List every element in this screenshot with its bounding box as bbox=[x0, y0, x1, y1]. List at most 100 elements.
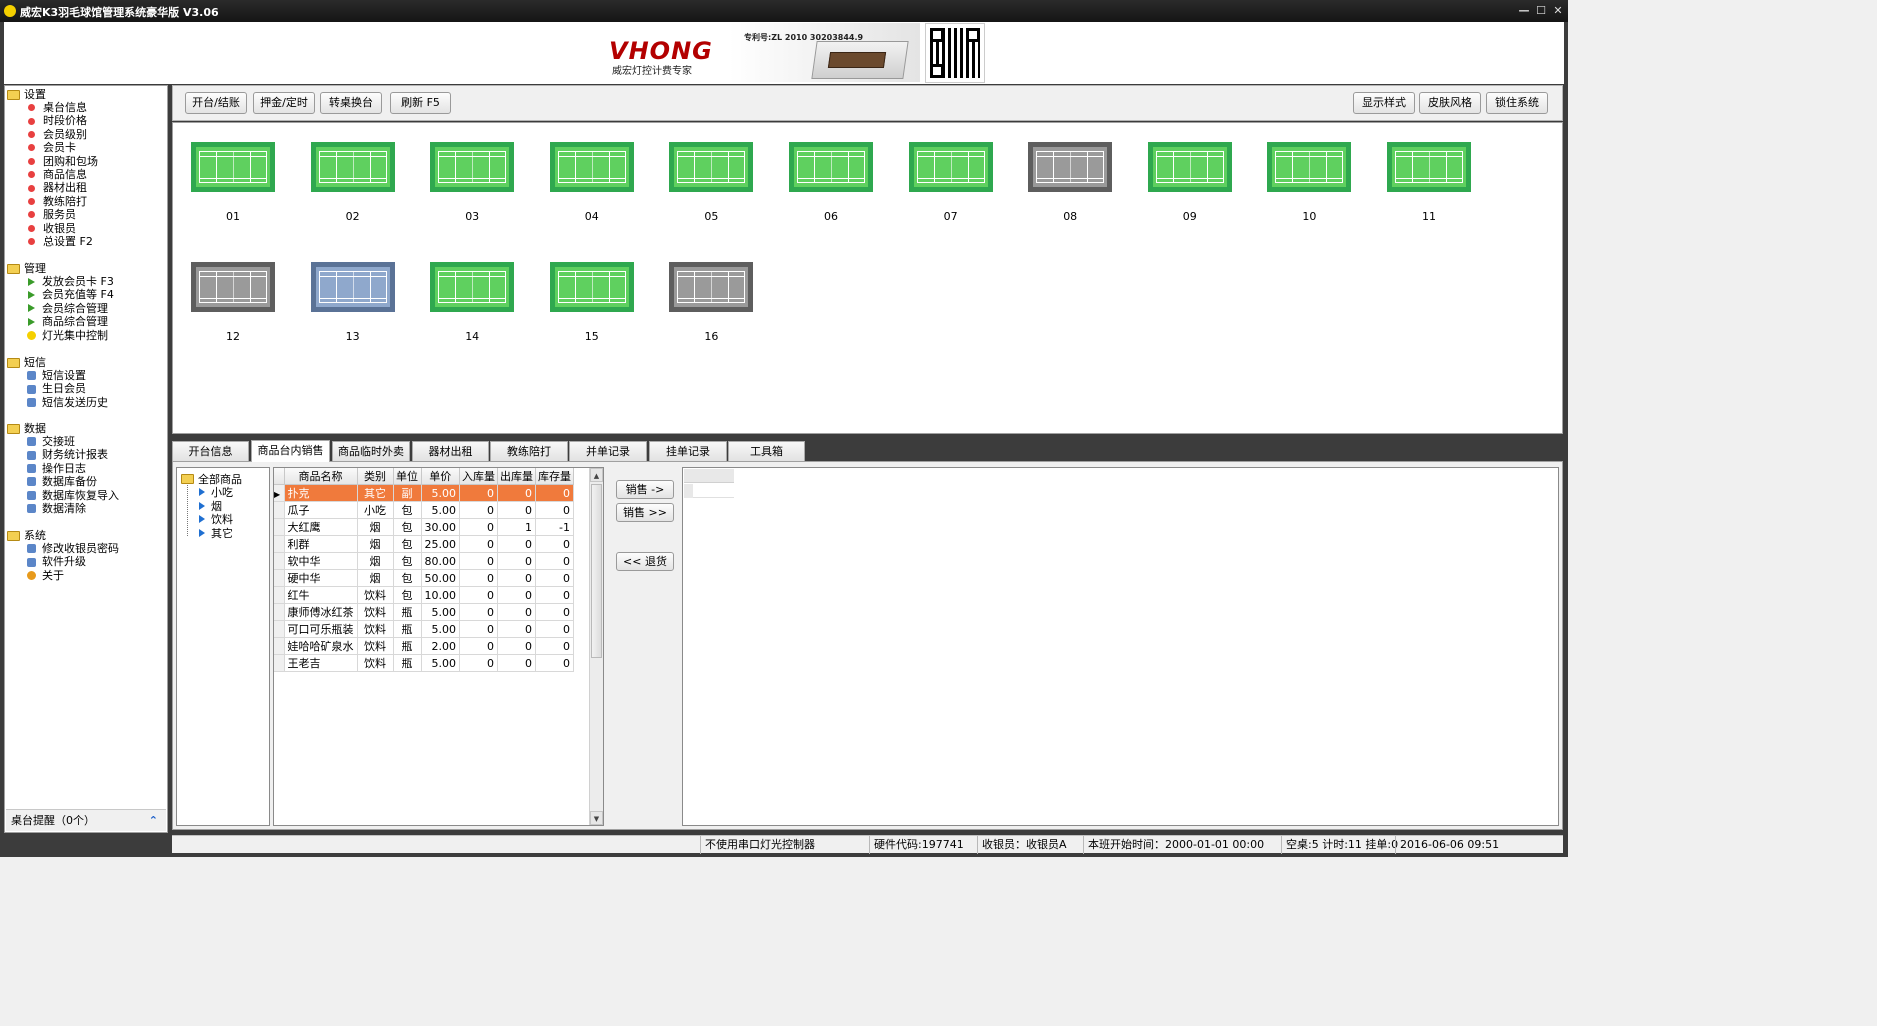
court-tile[interactable] bbox=[310, 142, 395, 192]
sidebar-item[interactable]: 商品综合管理 bbox=[7, 315, 114, 328]
sidebar-item[interactable]: 短信设置 bbox=[7, 369, 108, 382]
court-label: 13 bbox=[345, 330, 360, 343]
court-tile[interactable] bbox=[310, 262, 395, 312]
sidebar-item[interactable]: 器材出租 bbox=[7, 181, 98, 194]
sidebar-item[interactable]: 财务统计报表 bbox=[7, 448, 119, 461]
skin-style-button[interactable]: 皮肤风格 bbox=[1419, 92, 1481, 114]
sell-one-button[interactable]: 销售 -> bbox=[616, 480, 674, 499]
nav-group-header[interactable]: 设置 bbox=[7, 88, 98, 101]
sidebar-item[interactable]: 短信发送历史 bbox=[7, 396, 108, 409]
court-tile[interactable] bbox=[191, 262, 275, 312]
red-dot-icon bbox=[28, 211, 35, 219]
column-header[interactable]: 入库量 bbox=[459, 468, 498, 485]
table-row[interactable]: 大红鹰烟包 30.00 0 1 -1 bbox=[274, 518, 574, 536]
table-row[interactable]: 康师傅冰红茶 饮料瓶 5.00 0 0 0 bbox=[274, 603, 574, 621]
sidebar-item[interactable]: 发放会员卡 F3 bbox=[7, 275, 114, 288]
sidebar-item[interactable]: 时段价格 bbox=[7, 114, 98, 127]
court-tile[interactable] bbox=[908, 142, 993, 192]
product-table-scrollbar[interactable]: ▲ ▼ bbox=[589, 468, 603, 825]
sidebar-item[interactable]: 软件升级 bbox=[7, 555, 119, 568]
chevron-up-icon[interactable]: ⌃ bbox=[149, 810, 158, 831]
return-goods-button[interactable]: << 退货 bbox=[616, 552, 674, 571]
column-header[interactable]: 库存量 bbox=[535, 468, 574, 485]
column-header[interactable]: 出库量 bbox=[497, 468, 536, 485]
court-tile[interactable] bbox=[1267, 142, 1352, 192]
sidebar-item[interactable]: 会员充值等 F4 bbox=[7, 288, 114, 301]
court-tile[interactable] bbox=[430, 262, 515, 312]
sidebar-item[interactable]: 会员级别 bbox=[7, 128, 98, 141]
sidebar-item[interactable]: 生日会员 bbox=[7, 382, 108, 395]
court-tile[interactable] bbox=[1028, 142, 1113, 192]
scroll-down-icon[interactable]: ▼ bbox=[590, 811, 603, 825]
nav-group-header[interactable]: 管理 bbox=[7, 262, 114, 275]
sidebar-item[interactable]: 收银员 bbox=[7, 222, 98, 235]
nav-group-header[interactable]: 数据 bbox=[7, 422, 119, 435]
tab[interactable]: 商品台内销售 bbox=[251, 440, 330, 462]
tab[interactable]: 商品临时外卖 bbox=[332, 441, 410, 461]
sidebar-item[interactable]: 教练陪打 bbox=[7, 195, 98, 208]
scroll-up-icon[interactable]: ▲ bbox=[590, 468, 603, 482]
sidebar-item[interactable]: 会员卡 bbox=[7, 141, 98, 154]
lock-system-button[interactable]: 锁住系统 bbox=[1486, 92, 1548, 114]
table-row[interactable]: 王老吉 饮料瓶 5.00 0 0 0 bbox=[274, 654, 574, 672]
refresh-button[interactable]: 刷新 F5 bbox=[390, 92, 451, 114]
sell-all-button[interactable]: 销售 >> bbox=[616, 503, 674, 522]
sidebar-item[interactable]: 操作日志 bbox=[7, 462, 119, 475]
column-header[interactable]: 单位 bbox=[393, 468, 422, 485]
court-tile[interactable] bbox=[191, 142, 275, 192]
sidebar-item[interactable]: 桌台信息 bbox=[7, 101, 98, 114]
column-header[interactable]: 单价 bbox=[421, 468, 460, 485]
maximize-icon[interactable]: ☐ bbox=[1533, 3, 1549, 18]
column-header[interactable]: 类别 bbox=[357, 468, 394, 485]
table-row[interactable]: 可口可乐瓶装 饮料瓶 5.00 0 0 0 bbox=[274, 620, 574, 638]
display-style-button[interactable]: 显示样式 bbox=[1353, 92, 1415, 114]
deposit-timer-button[interactable]: 押金/定时 bbox=[253, 92, 315, 114]
sidebar-item[interactable]: 交接班 bbox=[7, 435, 119, 448]
table-reminder-bar[interactable]: 桌台提醒（0个） ⌃ bbox=[6, 809, 166, 831]
table-row[interactable]: 娃哈哈矿泉水 饮料瓶 2.00 0 0 0 bbox=[274, 637, 574, 655]
court-tile[interactable] bbox=[669, 262, 754, 312]
tab[interactable]: 并单记录 bbox=[569, 441, 647, 461]
scroll-thumb[interactable] bbox=[591, 484, 602, 658]
transfer-table-button[interactable]: 转桌换台 bbox=[320, 92, 382, 114]
table-row[interactable]: 软中华烟包 80.00 0 0 0 bbox=[274, 552, 574, 570]
table-row[interactable]: 硬中华烟包 50.00 0 0 0 bbox=[274, 569, 574, 587]
sold-grid-row[interactable] bbox=[684, 484, 734, 498]
sidebar-item[interactable]: 修改收银员密码 bbox=[7, 542, 119, 555]
vhong-ad[interactable]: VHONG 威宏灯控计费专家 专利号:ZL 2010 30203844.9 bbox=[602, 23, 920, 82]
sidebar-item[interactable]: 数据清除 bbox=[7, 502, 119, 515]
open-checkout-button[interactable]: 开台/结账 bbox=[185, 92, 247, 114]
nav-group-header[interactable]: 短信 bbox=[7, 356, 108, 369]
sidebar-item[interactable]: 团购和包场 bbox=[7, 155, 98, 168]
close-icon[interactable]: ✕ bbox=[1550, 3, 1566, 18]
column-header[interactable]: 商品名称 bbox=[284, 468, 358, 485]
court-tile[interactable] bbox=[549, 142, 634, 192]
court-tile[interactable] bbox=[789, 142, 873, 192]
sidebar-item[interactable]: 总设置 F2 bbox=[7, 235, 98, 248]
sidebar-item[interactable]: 商品信息 bbox=[7, 168, 98, 181]
table-row[interactable]: 红牛 饮料包 10.00 0 0 0 bbox=[274, 586, 574, 604]
court-tile[interactable] bbox=[1147, 142, 1232, 192]
tab[interactable]: 工具箱 bbox=[728, 441, 805, 461]
sidebar-item[interactable]: 关于 bbox=[7, 569, 119, 582]
table-row[interactable]: ▶ 扑克 其它副 5.00 0 0 0 bbox=[274, 484, 574, 502]
tab[interactable]: 挂单记录 bbox=[649, 441, 727, 461]
category-node[interactable]: 其它 bbox=[199, 525, 233, 541]
tab[interactable]: 器材出租 bbox=[412, 441, 489, 461]
sidebar-item[interactable]: 服务员 bbox=[7, 208, 98, 221]
table-row[interactable]: 利群烟包 25.00 0 0 0 bbox=[274, 535, 574, 553]
minimize-icon[interactable]: — bbox=[1516, 3, 1532, 18]
sidebar-item[interactable]: 数据库备份 bbox=[7, 475, 119, 488]
sold-items-grid[interactable] bbox=[682, 467, 1559, 826]
tab[interactable]: 教练陪打 bbox=[490, 441, 568, 461]
court-tile[interactable] bbox=[430, 142, 515, 192]
tab[interactable]: 开台信息 bbox=[172, 441, 249, 461]
court-tile[interactable] bbox=[669, 142, 754, 192]
sidebar-item[interactable]: 灯光集中控制 bbox=[7, 329, 114, 342]
table-row[interactable]: 瓜子 小吃包 5.00 0 0 0 bbox=[274, 501, 574, 519]
court-tile[interactable] bbox=[549, 262, 634, 312]
court-tile[interactable] bbox=[1387, 142, 1471, 192]
nav-group-header[interactable]: 系统 bbox=[7, 529, 119, 542]
sidebar-item[interactable]: 数据库恢复导入 bbox=[7, 489, 119, 502]
sidebar-item[interactable]: 会员综合管理 bbox=[7, 302, 114, 315]
